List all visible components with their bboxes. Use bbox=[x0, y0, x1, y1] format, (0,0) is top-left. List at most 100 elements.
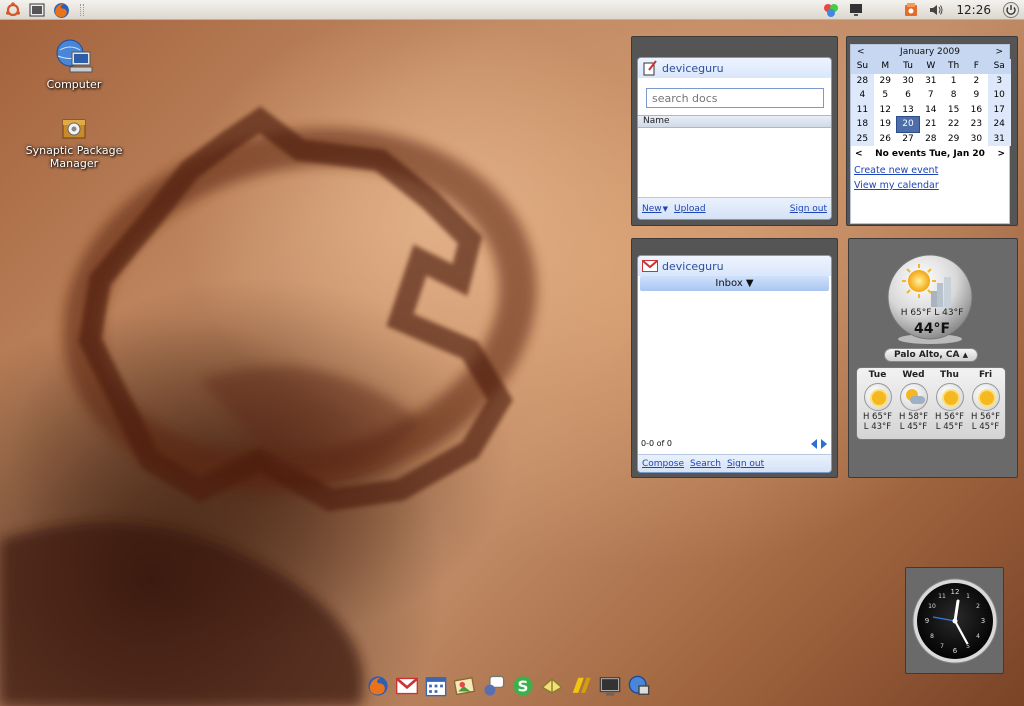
gmail-icon[interactable] bbox=[395, 674, 419, 698]
ubuntu-logo-icon[interactable] bbox=[4, 1, 22, 19]
volume-icon[interactable] bbox=[927, 1, 945, 19]
arrow-left-icon[interactable] bbox=[811, 439, 817, 449]
docs-new-link[interactable]: New bbox=[642, 204, 662, 214]
clock-numeral: 8 bbox=[930, 633, 934, 640]
calendar-gadget: < January 2009 > Su M Tu W Th F Sa 28 29… bbox=[850, 44, 1011, 224]
calendar-day[interactable]: 1 bbox=[942, 74, 965, 89]
event-prev-button[interactable]: < bbox=[855, 149, 863, 159]
screenshot-icon[interactable] bbox=[28, 1, 46, 19]
calendar-day-today[interactable]: 20 bbox=[895, 116, 921, 133]
calendar-day[interactable]: 24 bbox=[987, 117, 1011, 132]
network-manager-icon[interactable] bbox=[822, 1, 840, 19]
calendar-day[interactable]: 22 bbox=[942, 117, 965, 132]
svg-text:S: S bbox=[518, 678, 529, 696]
weather-city-select[interactable]: Palo Alto, CA ▲ bbox=[884, 348, 978, 362]
photos-icon[interactable] bbox=[453, 674, 477, 698]
calendar-day[interactable]: 16 bbox=[965, 103, 988, 118]
calendar-day[interactable]: 9 bbox=[965, 88, 988, 103]
docs-icon bbox=[643, 60, 657, 76]
dock-bar: S bbox=[366, 672, 651, 700]
calendar-day[interactable]: 17 bbox=[987, 102, 1011, 117]
gmail-icon bbox=[642, 260, 658, 272]
panel-clock[interactable]: 12:26 bbox=[952, 3, 995, 17]
clock-numeral: 4 bbox=[976, 633, 980, 640]
forecast-day-name: Tue bbox=[868, 370, 887, 380]
calendar-day[interactable]: 29 bbox=[942, 132, 965, 147]
calendar-day[interactable]: 21 bbox=[919, 117, 942, 132]
tomboy-icon[interactable] bbox=[540, 674, 564, 698]
create-event-link[interactable]: Create new event bbox=[854, 165, 938, 176]
calendar-day[interactable]: 2 bbox=[965, 74, 988, 89]
calendar-day[interactable]: 27 bbox=[897, 132, 920, 147]
calendar-day[interactable]: 31 bbox=[987, 131, 1011, 146]
sunny-icon bbox=[971, 383, 1000, 411]
calendar-prev-button[interactable]: < bbox=[857, 47, 865, 57]
calendar-day[interactable]: 7 bbox=[919, 88, 942, 103]
sunny-icon bbox=[863, 383, 892, 411]
gmail-search-link[interactable]: Search bbox=[690, 459, 721, 469]
arrow-right-icon[interactable] bbox=[821, 439, 827, 449]
event-summary: No events Tue, Jan 20 bbox=[875, 149, 985, 159]
firefox-icon[interactable] bbox=[52, 1, 70, 19]
calendar-day[interactable]: 12 bbox=[874, 103, 897, 118]
desktop-icon-computer[interactable]: Computer bbox=[24, 38, 124, 91]
calendar-day[interactable]: 28 bbox=[919, 132, 942, 147]
gmail-footer: Compose Search Sign out bbox=[638, 454, 831, 472]
docs-signout-link[interactable]: Sign out bbox=[790, 204, 827, 214]
view-calendar-link[interactable]: View my calendar bbox=[854, 180, 939, 191]
event-next-button[interactable]: > bbox=[997, 149, 1005, 159]
network-icon[interactable] bbox=[627, 674, 651, 698]
docs-upload-link[interactable]: Upload bbox=[674, 204, 706, 214]
gmail-folder-select[interactable]: Inbox ▼ bbox=[640, 276, 829, 291]
calendar-day[interactable]: 30 bbox=[897, 74, 920, 89]
calendar-day[interactable]: 5 bbox=[874, 88, 897, 103]
desktop-icon-synaptic[interactable]: Synaptic Package Manager bbox=[24, 114, 124, 170]
gmail-compose-link[interactable]: Compose bbox=[642, 459, 684, 469]
calendar-day[interactable]: 3 bbox=[987, 73, 1011, 88]
clock-gadget: 12 1 2 3 4 5 6 7 8 9 10 11 bbox=[905, 567, 1004, 674]
calendar-day[interactable]: 10 bbox=[987, 88, 1011, 103]
chevron-up-icon[interactable]: ▲ bbox=[963, 351, 968, 359]
docs-search-input[interactable] bbox=[646, 88, 824, 108]
calendar-day[interactable]: 6 bbox=[897, 88, 920, 103]
forecast-low: L 45°F bbox=[935, 422, 964, 432]
gmail-gadget-frame: deviceguru Inbox ▼ 0-0 of 0 Compose Sear… bbox=[631, 238, 838, 478]
chevron-down-icon[interactable]: ▼ bbox=[663, 205, 668, 213]
calendar-day[interactable]: 4 bbox=[851, 88, 874, 103]
forecast-high: H 56°F bbox=[970, 412, 1001, 422]
calendar-day[interactable]: 31 bbox=[919, 74, 942, 89]
calendar-day[interactable]: 19 bbox=[874, 117, 897, 132]
calendar-day[interactable]: 28 bbox=[851, 73, 874, 88]
forecast-day: Thu H 56°F L 45°F bbox=[932, 368, 967, 432]
calendar-day[interactable]: 29 bbox=[874, 74, 897, 89]
calendar-next-button[interactable]: > bbox=[995, 47, 1003, 57]
calendar-day[interactable]: 26 bbox=[874, 132, 897, 147]
chat-icon[interactable] bbox=[482, 674, 506, 698]
calendar-icon[interactable] bbox=[424, 674, 448, 698]
update-notifier-icon[interactable] bbox=[902, 1, 920, 19]
calendar-day[interactable]: 14 bbox=[919, 103, 942, 118]
firefox-icon[interactable] bbox=[366, 674, 390, 698]
calendar-day[interactable]: 15 bbox=[942, 103, 965, 118]
gmail-gadget: deviceguru Inbox ▼ 0-0 of 0 Compose Sear… bbox=[637, 255, 832, 473]
docs-gadget-frame: deviceguru Name New ▼ Upload Sign out bbox=[631, 36, 838, 226]
calendar-day[interactable]: 11 bbox=[851, 102, 874, 117]
calendar-day[interactable]: 23 bbox=[965, 117, 988, 132]
calendar-day[interactable]: 8 bbox=[942, 88, 965, 103]
skype-icon[interactable]: S bbox=[511, 674, 535, 698]
gmail-signout-link[interactable]: Sign out bbox=[727, 459, 764, 469]
display-icon[interactable] bbox=[847, 1, 865, 19]
clock-numeral: 9 bbox=[925, 617, 929, 625]
docs-column-header[interactable]: Name bbox=[638, 115, 831, 128]
forecast-day: Wed H 58°F L 45°F bbox=[896, 368, 931, 432]
power-icon[interactable] bbox=[1002, 1, 1020, 19]
weather-forecast: Tue H 65°F L 43°F Wed H 58°F L 45°F Thu … bbox=[856, 367, 1006, 440]
office-icon[interactable] bbox=[569, 674, 593, 698]
calendar-day[interactable]: 13 bbox=[897, 103, 920, 118]
calendar-day[interactable]: 25 bbox=[851, 131, 874, 146]
monitor-icon[interactable] bbox=[598, 674, 622, 698]
weekday: Th bbox=[942, 59, 965, 74]
forecast-high: H 56°F bbox=[934, 412, 965, 422]
calendar-day[interactable]: 30 bbox=[965, 132, 988, 147]
calendar-day[interactable]: 18 bbox=[851, 117, 874, 132]
